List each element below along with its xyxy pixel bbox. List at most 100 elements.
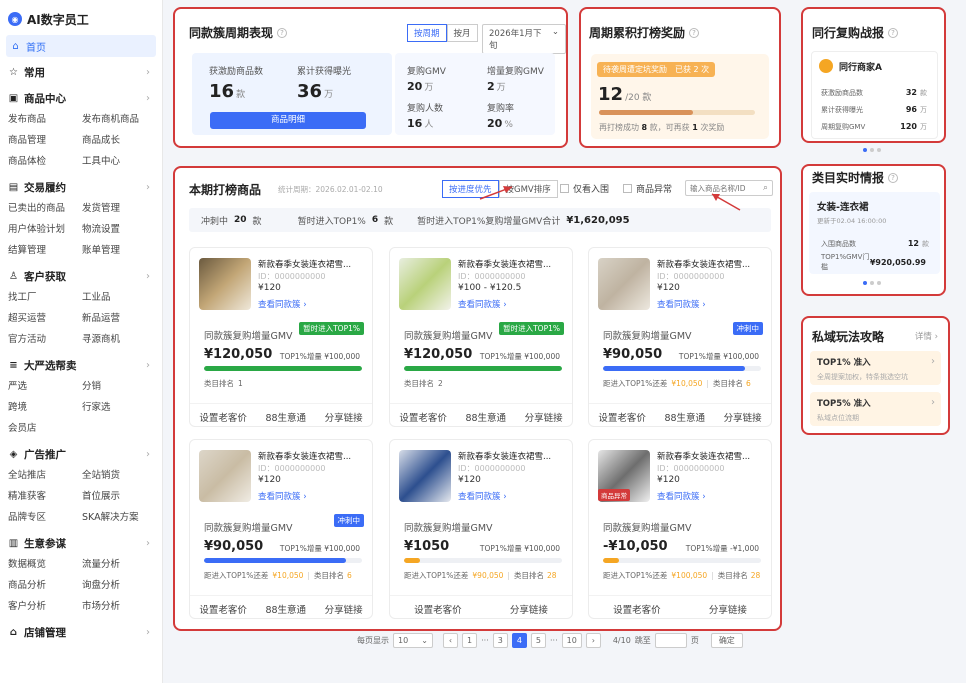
page-button[interactable]: 1: [462, 633, 478, 648]
sidebar-section[interactable]: ☆ 常用 ›: [0, 61, 162, 83]
product-title[interactable]: 新款春季女装连衣裙雪...: [657, 450, 750, 462]
sidebar-subitem[interactable]: 寻源商机: [82, 329, 156, 350]
per-page-select[interactable]: 10 ⌄: [393, 633, 433, 648]
sidebar-section[interactable]: ⌂ 店铺管理 ›: [0, 621, 162, 643]
search-icon[interactable]: ⌕: [763, 183, 768, 193]
view-cluster-link[interactable]: 查看同款簇 ›: [258, 490, 307, 502]
sidebar-subitem[interactable]: 找工厂: [8, 287, 82, 308]
carousel-dots[interactable]: [863, 281, 881, 285]
sidebar-subitem[interactable]: 商品管理: [8, 130, 82, 151]
share-link-button[interactable]: 分享链接: [709, 602, 747, 616]
sidebar-subitem[interactable]: 数据概览: [8, 554, 82, 575]
product-title[interactable]: 新款春季女装连衣裙雪...: [657, 258, 750, 270]
sidebar-subitem[interactable]: 已卖出的商品: [8, 198, 82, 219]
sidebar-subitem[interactable]: SKA解决方案: [82, 507, 156, 528]
share-link-button[interactable]: 分享链接: [325, 410, 363, 424]
sidebar-subitem[interactable]: 全站推店: [8, 465, 82, 486]
sidebar-section[interactable]: ♙ 客户获取 ›: [0, 265, 162, 287]
business-tool-button[interactable]: 88生意通: [265, 410, 306, 424]
help-icon[interactable]: ?: [277, 27, 288, 38]
set-old-customer-price-button[interactable]: 设置老客价: [613, 602, 661, 616]
set-old-customer-price-button[interactable]: 设置老客价: [199, 410, 247, 424]
business-tool-button[interactable]: 88生意通: [265, 602, 306, 616]
sidebar-subitem[interactable]: 分销: [82, 376, 156, 397]
carousel-dots[interactable]: [863, 148, 881, 152]
strategy-tip[interactable]: TOP1% 准入 全周提案加权，特条挑选空坑 ›: [810, 351, 941, 385]
search-box[interactable]: ⌕: [685, 180, 773, 196]
product-card[interactable]: 新款春季女装连衣裙雪... ID：0000000000 ¥120 查看同款簇 › 同款簇…: [189, 439, 373, 619]
view-cluster-link[interactable]: 查看同款簇 ›: [258, 298, 307, 310]
sidebar-subitem[interactable]: 物流设置: [82, 219, 156, 240]
product-image[interactable]: [399, 258, 451, 310]
share-link-button[interactable]: 分享链接: [724, 410, 762, 424]
product-card[interactable]: 新款春季女装连衣裙雪... ID：0000000000 ¥120 查看同款簇 › 同款簇…: [588, 247, 772, 427]
next-page-button[interactable]: ›: [585, 633, 601, 648]
set-old-customer-price-button[interactable]: 设置老客价: [199, 602, 247, 616]
sidebar-subitem[interactable]: 品牌专区: [8, 507, 82, 528]
product-image[interactable]: [399, 450, 451, 502]
product-card[interactable]: 新款春季女装连衣裙雪... ID：0000000000 ¥100 - ¥120.5 查…: [389, 247, 573, 427]
sidebar-subitem[interactable]: 会员店: [8, 418, 82, 439]
help-icon[interactable]: ?: [888, 27, 899, 38]
sidebar-subitem[interactable]: 询盘分析: [82, 575, 156, 596]
sidebar-subitem[interactable]: 流量分析: [82, 554, 156, 575]
sidebar-section[interactable]: ≡ 大严选帮卖 ›: [0, 354, 162, 376]
sidebar-subitem[interactable]: 新品运营: [82, 308, 156, 329]
confirm-button[interactable]: 确定: [710, 633, 743, 648]
set-old-customer-price-button[interactable]: 设置老客价: [598, 410, 646, 424]
view-cluster-link[interactable]: 查看同款簇 ›: [657, 490, 706, 502]
sidebar-subitem[interactable]: 全站销货: [82, 465, 156, 486]
tab-by-cycle[interactable]: 按周期: [407, 24, 447, 42]
filter-shortlisted[interactable]: 仅看入围: [560, 182, 609, 195]
brand[interactable]: ◉ AI数字员工: [0, 8, 162, 30]
sort-by-gmv[interactable]: 按GMV排序: [498, 180, 558, 198]
share-link-button[interactable]: 分享链接: [525, 410, 563, 424]
product-card[interactable]: 商品异常 新款春季女装连衣裙雪... ID：0000000000 ¥120 查看同款簇 …: [588, 439, 772, 619]
set-old-customer-price-button[interactable]: 设置老客价: [399, 410, 447, 424]
product-card[interactable]: 新款春季女装连衣裙雪... ID：0000000000 ¥120 查看同款簇 › 同款簇…: [189, 247, 373, 427]
prev-page-button[interactable]: ‹: [443, 633, 458, 648]
sidebar-subitem[interactable]: 超买运营: [8, 308, 82, 329]
product-title[interactable]: 新款春季女装连衣裙雪...: [258, 258, 351, 270]
page-button[interactable]: 5: [530, 633, 547, 648]
product-image[interactable]: [199, 258, 251, 310]
product-title[interactable]: 新款春季女装连衣裙雪...: [458, 450, 551, 462]
business-tool-button[interactable]: 88生意通: [664, 410, 705, 424]
view-cluster-link[interactable]: 查看同款簇 ›: [458, 490, 507, 502]
page-button[interactable]: 4: [511, 633, 527, 648]
page-button[interactable]: 10: [561, 633, 582, 648]
product-card[interactable]: 新款春季女装连衣裙雪... ID：0000000000 ¥120 查看同款簇 › 同款簇…: [389, 439, 573, 619]
help-icon[interactable]: ?: [689, 27, 700, 38]
help-icon[interactable]: ?: [888, 172, 899, 183]
view-cluster-link[interactable]: 查看同款簇 ›: [458, 298, 507, 310]
sidebar-subitem[interactable]: 工业品: [82, 287, 156, 308]
sidebar-section[interactable]: ▤ 交易履约 ›: [0, 176, 162, 198]
sidebar-subitem[interactable]: 发货管理: [82, 198, 156, 219]
share-link-button[interactable]: 分享链接: [325, 602, 363, 616]
product-image[interactable]: [199, 450, 251, 502]
strategy-tip[interactable]: TOP5% 准入 私域点位流期 ›: [810, 392, 941, 426]
sidebar-subitem[interactable]: 发布商品: [8, 109, 82, 130]
sidebar-subitem[interactable]: 商品分析: [8, 575, 82, 596]
sidebar-subitem[interactable]: 官方活动: [8, 329, 82, 350]
filter-abnormal[interactable]: 商品异常: [623, 182, 672, 195]
set-old-customer-price-button[interactable]: 设置老客价: [414, 602, 462, 616]
sidebar-subitem[interactable]: 首位展示: [82, 486, 156, 507]
product-title[interactable]: 新款春季女装连衣裙雪...: [458, 258, 551, 270]
sidebar-subitem[interactable]: 市场分析: [82, 596, 156, 617]
sidebar-section[interactable]: ◈ 广告推广 ›: [0, 443, 162, 465]
sidebar-item-home[interactable]: ⌂ 首页: [6, 35, 156, 57]
sidebar-subitem[interactable]: 商品体检: [8, 151, 82, 172]
goto-page-input[interactable]: [654, 633, 687, 648]
sidebar-subitem[interactable]: 用户体验计划: [8, 219, 82, 240]
page-button[interactable]: 3: [492, 633, 508, 648]
sidebar-subitem[interactable]: 跨境: [8, 397, 82, 418]
sidebar-subitem[interactable]: 客户分析: [8, 596, 82, 617]
sidebar-subitem[interactable]: 工具中心: [82, 151, 156, 172]
sidebar-subitem[interactable]: 账单管理: [82, 240, 156, 261]
search-input[interactable]: [690, 183, 754, 193]
product-title[interactable]: 新款春季女装连衣裙雪...: [258, 450, 351, 462]
sidebar-subitem[interactable]: 行家选: [82, 397, 156, 418]
sidebar-section[interactable]: ▥ 生意参谋 ›: [0, 532, 162, 554]
business-tool-button[interactable]: 88生意通: [465, 410, 506, 424]
